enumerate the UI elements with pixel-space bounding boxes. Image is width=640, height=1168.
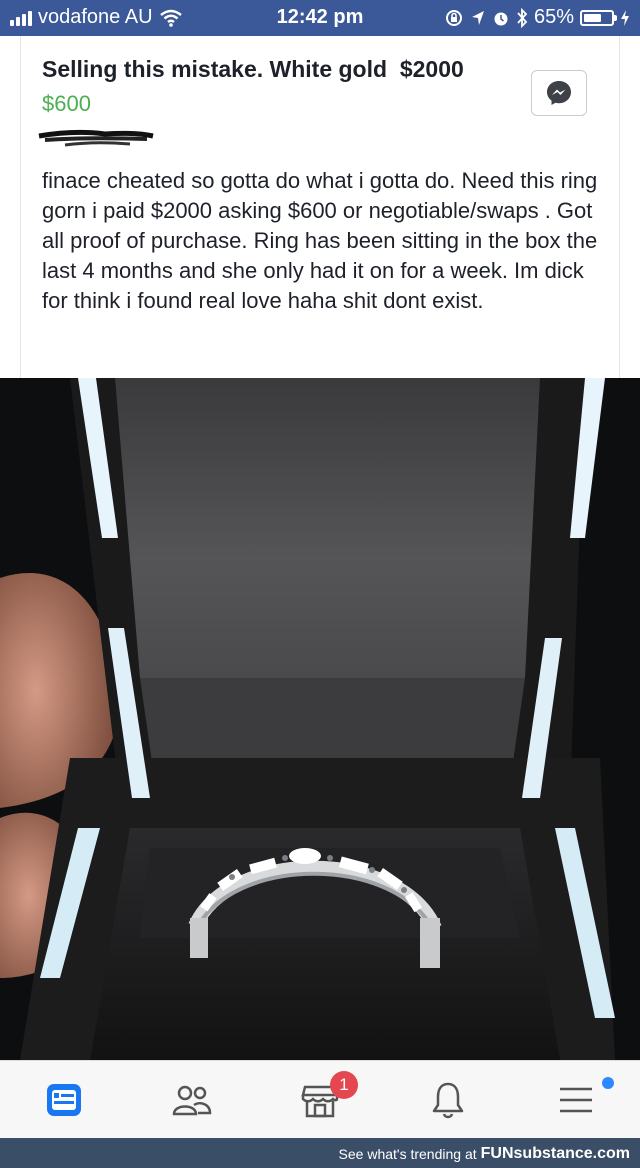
battery-icon bbox=[580, 9, 617, 26]
charging-icon bbox=[621, 9, 629, 26]
footer-brand: FUNsubstance.com bbox=[480, 1145, 630, 1162]
marketplace-post: Selling this mistake. White gold $2000 $… bbox=[20, 36, 620, 378]
nav-news-feed[interactable] bbox=[0, 1061, 128, 1139]
bluetooth-icon bbox=[517, 7, 528, 28]
watermark-banner: See what's trending at FUNsubstance.com bbox=[0, 1138, 640, 1168]
nav-menu[interactable] bbox=[512, 1061, 640, 1139]
carrier-label: vodafone AU bbox=[38, 6, 153, 28]
news-feed-icon bbox=[47, 1084, 81, 1116]
redacted-seller-name bbox=[38, 129, 154, 147]
status-bar: vodafone AU 12:42 pm 65% bbox=[0, 0, 640, 36]
notifications-bell-icon bbox=[432, 1082, 464, 1119]
rotation-lock-icon bbox=[445, 9, 462, 26]
nav-friends[interactable] bbox=[128, 1061, 256, 1139]
messenger-icon bbox=[547, 81, 571, 105]
location-icon bbox=[471, 10, 484, 25]
ring-photo bbox=[0, 378, 640, 1060]
post-title: Selling this mistake. White gold $2000 bbox=[42, 56, 464, 82]
bottom-navigation: 1 bbox=[0, 1060, 640, 1138]
post-price: $600 bbox=[42, 91, 91, 116]
message-seller-button[interactable] bbox=[531, 70, 587, 116]
wifi-icon bbox=[159, 9, 182, 27]
menu-notification-dot bbox=[602, 1077, 614, 1089]
signal-icon bbox=[10, 10, 32, 26]
menu-icon bbox=[560, 1087, 592, 1113]
battery-percent: 65% bbox=[533, 6, 574, 28]
alarm-icon bbox=[494, 12, 508, 25]
listing-photo[interactable] bbox=[0, 378, 640, 1060]
friends-icon bbox=[172, 1085, 212, 1116]
footer-text: See what's trending at bbox=[338, 1146, 477, 1162]
nav-marketplace[interactable]: 1 bbox=[256, 1061, 384, 1139]
marketplace-badge: 1 bbox=[330, 1071, 358, 1099]
nav-notifications[interactable] bbox=[384, 1061, 512, 1139]
post-description: finace cheated so gotta do what i gotta … bbox=[42, 168, 598, 313]
